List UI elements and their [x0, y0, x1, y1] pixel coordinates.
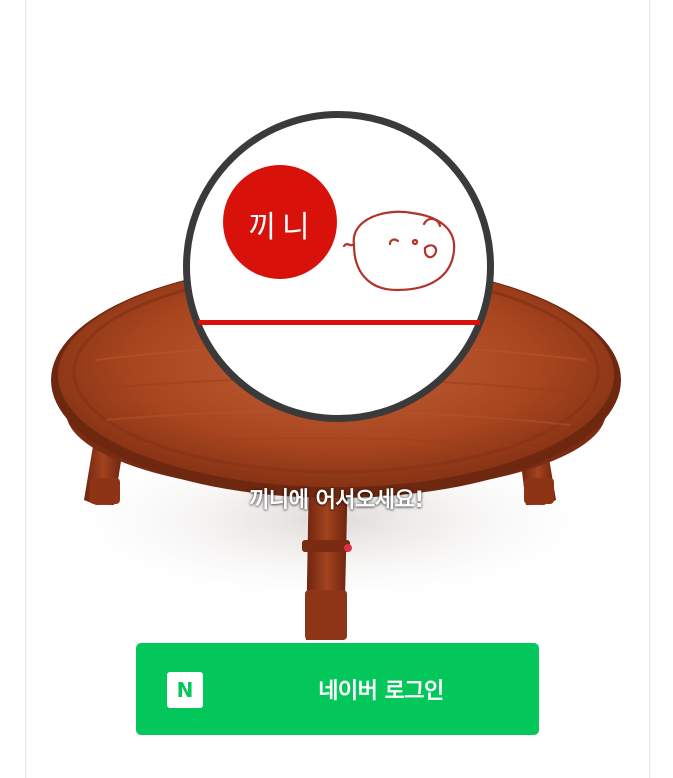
naver-n-icon: N	[167, 672, 203, 708]
login-page: 끼니 끼니에 어서오세요! N 네이버 로그인	[0, 0, 673, 778]
naver-badge-letter: N	[176, 678, 194, 702]
logo-brand-text: 끼니	[248, 210, 316, 245]
frame-border-right	[649, 0, 650, 778]
naver-login-label: 네이버 로그인	[318, 679, 444, 704]
pig-logo-icon: 끼니	[182, 110, 495, 423]
welcome-message: 끼니에 어서오세요!	[249, 488, 424, 513]
naver-login-button[interactable]: N 네이버 로그인	[136, 643, 539, 735]
